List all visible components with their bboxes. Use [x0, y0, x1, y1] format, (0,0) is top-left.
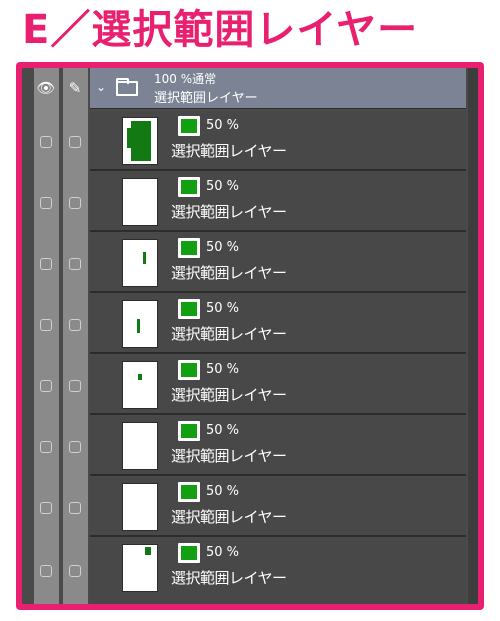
layer-row[interactable]: 50 % 選択範囲レイヤー	[90, 294, 466, 354]
layer-name: 選択範囲レイヤー	[171, 203, 287, 221]
layer-row[interactable]: 50 % 選択範囲レイヤー	[90, 416, 466, 476]
layer-opacity: 50 %	[206, 484, 240, 499]
lock-checkbox[interactable]	[69, 319, 81, 331]
layer-name: 選択範囲レイヤー	[171, 325, 287, 343]
layer-name: 選択範囲レイヤー	[171, 508, 287, 526]
layer-row[interactable]: 50 % 選択範囲レイヤー	[90, 538, 466, 604]
lock-checkbox[interactable]	[69, 502, 81, 514]
lock-checkbox[interactable]	[69, 380, 81, 392]
layer-name: 選択範囲レイヤー	[171, 386, 287, 404]
layer-opacity: 50 %	[206, 423, 240, 438]
layer-name: 選択範囲レイヤー	[171, 447, 287, 465]
layer-list: ⌄ 100 %通常 選択範囲レイヤー 50 % 選択範囲レイヤー 50 % 選択…	[90, 68, 466, 604]
layer-panel: 👁 ✎ ⌄ 100 %通常 選択範囲レイヤー 50 % 選択範囲レイヤー 50 …	[22, 68, 478, 604]
folder-icon	[116, 78, 138, 96]
selection-layer-icon	[178, 482, 200, 502]
layer-row[interactable]: 50 % 選択範囲レイヤー	[90, 172, 466, 232]
layer-opacity: 50 %	[206, 118, 240, 133]
selection-layer-icon	[178, 177, 200, 197]
lock-checkbox[interactable]	[69, 197, 81, 209]
visibility-checkbox[interactable]	[40, 565, 52, 577]
layer-thumbnail	[122, 483, 158, 531]
layer-opacity: 50 %	[206, 301, 240, 316]
layer-opacity: 50 %	[206, 362, 240, 377]
selection-layer-icon	[178, 116, 200, 136]
selection-layer-icon	[178, 238, 200, 258]
chevron-down-icon[interactable]: ⌄	[96, 80, 106, 94]
lock-column: ✎	[63, 68, 88, 604]
visibility-checkbox[interactable]	[40, 136, 52, 148]
layer-name: 選択範囲レイヤー	[171, 264, 287, 282]
layer-opacity: 50 %	[206, 179, 240, 194]
visibility-checkbox[interactable]	[40, 380, 52, 392]
selection-layer-icon	[178, 299, 200, 319]
visibility-checkbox[interactable]	[40, 502, 52, 514]
selection-layer-icon	[178, 543, 200, 563]
lock-checkbox[interactable]	[69, 441, 81, 453]
folder-row[interactable]: ⌄ 100 %通常 選択範囲レイヤー	[90, 68, 466, 109]
lock-checkbox[interactable]	[69, 565, 81, 577]
layer-name: 選択範囲レイヤー	[171, 142, 287, 160]
pencil-icon[interactable]: ✎	[64, 78, 86, 98]
page-title: E／選択範囲レイヤー	[22, 7, 419, 53]
layer-opacity: 50 %	[206, 545, 240, 560]
visibility-checkbox[interactable]	[40, 441, 52, 453]
selection-layer-icon	[178, 360, 200, 380]
layer-row[interactable]: 50 % 選択範囲レイヤー	[90, 233, 466, 293]
layer-name: 選択範囲レイヤー	[171, 569, 287, 587]
visibility-checkbox[interactable]	[40, 197, 52, 209]
scrollbar[interactable]	[468, 68, 478, 604]
layer-thumbnail	[122, 300, 158, 348]
layer-thumbnail	[122, 361, 158, 409]
visibility-checkbox[interactable]	[40, 319, 52, 331]
eye-icon[interactable]: 👁	[35, 78, 57, 98]
layer-opacity: 50 %	[206, 240, 240, 255]
layer-thumbnail	[122, 178, 158, 226]
selection-layer-icon	[178, 421, 200, 441]
layer-row[interactable]: 50 % 選択範囲レイヤー	[90, 477, 466, 537]
layer-row[interactable]: 50 % 選択範囲レイヤー	[90, 111, 466, 171]
visibility-checkbox[interactable]	[40, 258, 52, 270]
layer-thumbnail	[122, 239, 158, 287]
layer-row[interactable]: 50 % 選択範囲レイヤー	[90, 355, 466, 415]
folder-mode-label: 100 %通常	[154, 72, 217, 86]
lock-checkbox[interactable]	[69, 136, 81, 148]
layer-thumbnail	[122, 544, 158, 592]
layer-thumbnail	[122, 422, 158, 470]
layer-thumbnail	[122, 117, 158, 165]
folder-name: 選択範囲レイヤー	[154, 91, 258, 106]
lock-checkbox[interactable]	[69, 258, 81, 270]
visibility-column: 👁	[34, 68, 59, 604]
